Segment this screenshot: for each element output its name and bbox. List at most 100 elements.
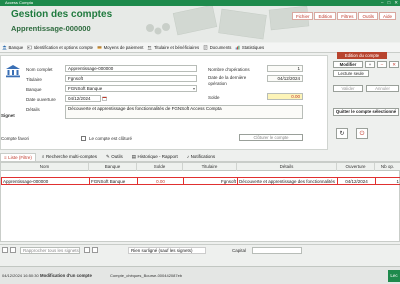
titulaire-field[interactable]: Fgnsoft [65, 75, 197, 82]
nombre-operations-label: Nombre d'opérations [208, 67, 250, 72]
date-derniere-field: 04/12/2024 [267, 75, 303, 82]
add-button[interactable]: + [365, 61, 375, 68]
calendar-icon[interactable] [102, 96, 107, 101]
bell-icon: ♪ [186, 154, 190, 159]
date-ouverture-label: Date ouverture [26, 97, 56, 102]
close-icon: ✕ [392, 62, 396, 67]
tab-recherche-label: Recherche multi-comptes [45, 154, 97, 159]
tab-historique[interactable]: ▤ Historique - Rapport [129, 153, 181, 161]
account-form: Nom complet Apprentissage-000000 Titulai… [0, 55, 328, 150]
window-title: Access Compta [5, 0, 34, 5]
document-icon [203, 45, 208, 50]
details-field[interactable]: Découverte et apprentissage des fonction… [65, 105, 303, 119]
column-header-nb-op[interactable]: Nb op. [375, 163, 400, 171]
lecture-seule-button[interactable]: Lecture seule [333, 70, 369, 77]
toolbar-paiement-label: Moyens de paiement [103, 45, 144, 50]
toolbar-titulaire-label: Titulaire et bénéficiaires [153, 45, 200, 50]
tab-recherche[interactable]: ⌕ Recherche multi-comptes [39, 153, 100, 161]
account-subtitle: Apprentissage-000000 [11, 24, 91, 33]
toolbar-documents[interactable]: Documents [203, 45, 231, 50]
toolbar-titulaire[interactable]: Titulaire et bénéficiaires [147, 45, 199, 50]
rapprocher-input[interactable]: Rapprocher tous les signets [20, 247, 80, 254]
status-time: 04/12/2024 16:50:30 [2, 273, 39, 278]
cell-details: Découverte et apprentissage des fonction… [238, 178, 338, 185]
user-badge[interactable]: Lec [388, 270, 400, 282]
power-icon: ⏻ [359, 131, 365, 137]
cell-solde: 0.00 [138, 178, 184, 185]
table-header: Nom Banque Solde Titulaire Détails Ouver… [1, 163, 400, 171]
annuler-button[interactable]: Annuler [366, 85, 399, 92]
banque-label: Banque [26, 87, 42, 92]
edition-panel: Edition du compte Modifier + – ✕ Lecture… [330, 52, 400, 150]
status-bar: 04/12/2024 16:50:30 Modification d'un co… [0, 266, 400, 284]
toolbar-identification[interactable]: Identification et options compte [27, 45, 93, 50]
nav-prev-button[interactable] [10, 247, 16, 253]
solde-label: Solde [208, 95, 220, 100]
highlight-filter-select[interactable]: Rien surligné (sauf les signets) [128, 247, 206, 254]
minus-icon: – [380, 62, 384, 67]
toolbar-banque-label: Banque [8, 45, 24, 50]
search-icon: ⌕ [41, 154, 45, 159]
toolbar-statistiques[interactable]: Statistiques [235, 45, 264, 50]
column-header-details[interactable]: Détails [237, 163, 337, 171]
table-row[interactable]: Apprentissage-000000 FGNSoft Banque 0.00… [1, 177, 400, 185]
nav-next-button[interactable] [84, 247, 90, 253]
menu-edition[interactable]: Edition [314, 12, 337, 20]
cell-banque: FGNSoft Banque [90, 178, 138, 185]
page-title: Gestion des comptes [11, 9, 113, 20]
table-footer: Rapprocher tous les signets Rien surlign… [0, 244, 400, 256]
menu-outils[interactable]: Outils [358, 12, 378, 20]
tab-notifications[interactable]: ♪ Notifications [184, 153, 218, 161]
spacer [0, 256, 400, 266]
cloture-checkbox[interactable] [81, 136, 86, 141]
signet-label: Signet [1, 113, 15, 118]
refresh-button[interactable]: ↻ [336, 128, 348, 139]
banque-select[interactable]: FGNSoft Banque ▾ [65, 85, 197, 92]
id-card-icon [27, 45, 33, 50]
people-icon [147, 45, 153, 50]
cloturer-button[interactable]: Clôturer le compte [239, 134, 303, 141]
menu-aide[interactable]: Aide [378, 12, 396, 20]
status-message: Modification d'un compte [40, 273, 92, 278]
wrench-icon: ✎ [105, 154, 110, 159]
column-header-solde[interactable]: Solde [137, 163, 183, 171]
column-header-banque[interactable]: Banque [89, 163, 137, 171]
cloture-label: Le compte est clôturé [89, 136, 133, 141]
tab-liste-filtre[interactable]: ≡ Liste (Filtre) [0, 153, 36, 161]
history-icon: ▤ [131, 154, 137, 159]
nom-complet-field[interactable]: Apprentissage-000000 [65, 65, 197, 72]
banque-select-value: FGNSoft Banque [68, 86, 103, 91]
nav-last-button[interactable] [92, 247, 98, 253]
quitter-compte-button[interactable]: Quitter le compte sélectionné [333, 108, 399, 116]
menu-fichier[interactable]: Fichier [291, 12, 314, 20]
close-account-button[interactable]: ✕ [389, 61, 399, 68]
power-button[interactable]: ⏻ [356, 128, 368, 139]
modifier-button[interactable]: Modifier [333, 61, 363, 68]
tab-outils-label: Outils [111, 154, 123, 159]
plus-icon: + [368, 62, 372, 67]
refresh-icon: ↻ [339, 131, 345, 137]
date-ouverture-field[interactable]: 04/12/2024 [65, 95, 101, 102]
edition-header: Edition du compte [337, 52, 387, 59]
nom-complet-label: Nom complet [26, 67, 53, 72]
toolbar-paiement[interactable]: Moyens de paiement [97, 45, 143, 50]
bank-building-icon [6, 65, 20, 78]
toolbar-banque[interactable]: Banque [2, 45, 23, 50]
cell-nb-op: 1 [396, 179, 399, 184]
capital-label: Capital [232, 248, 247, 253]
menu-filtres[interactable]: Filtres [337, 12, 358, 20]
accounts-table: Nom Banque Solde Titulaire Détails Ouver… [0, 162, 400, 242]
tab-outils[interactable]: ✎ Outils [103, 153, 126, 161]
column-header-nom[interactable]: Nom [1, 163, 89, 171]
nombre-operations-field: 1 [267, 65, 303, 72]
column-header-ouverture[interactable]: Ouverture [337, 163, 375, 171]
delete-button[interactable]: – [377, 61, 387, 68]
titulaire-label: Titulaire [26, 77, 42, 82]
cell-titulaire: Fgnsoft [184, 178, 238, 185]
column-header-titulaire[interactable]: Titulaire [183, 163, 237, 171]
valider-button[interactable]: Valider [333, 85, 363, 92]
cell-ouverture: 04/12/2024 [338, 178, 376, 185]
capital-field[interactable] [252, 247, 302, 254]
details-label: Détails [26, 107, 40, 112]
nav-first-button[interactable] [2, 247, 8, 253]
